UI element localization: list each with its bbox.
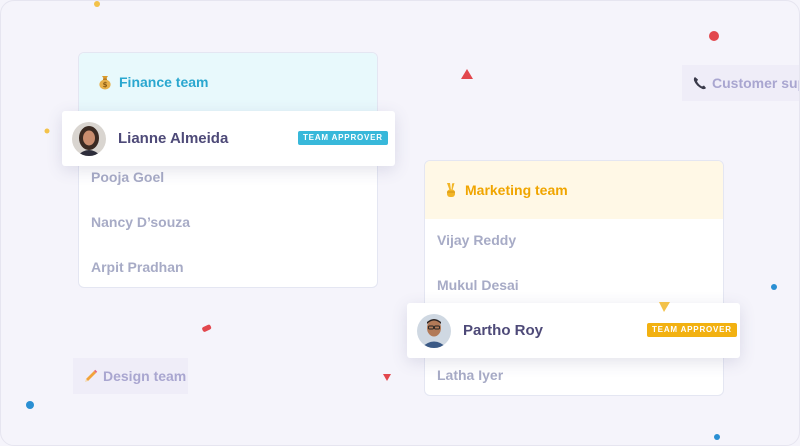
finance-team-card: $ Finance team Pooja Goel Nancy D’souza … (78, 52, 378, 288)
marketing-team-title: Marketing team (465, 182, 568, 198)
list-item: Vijay Reddy (437, 232, 517, 248)
list-item: Arpit Pradhan (91, 259, 184, 275)
avatar (417, 313, 451, 348)
approver-name: Lianne Almeida (118, 130, 229, 147)
design-team-label: Design team (103, 368, 187, 384)
finance-approver-row: Lianne Almeida TEAM APPROVER (62, 111, 395, 166)
customer-support-label: Customer supp (712, 75, 799, 91)
customer-support-tag: Customer supp (682, 65, 799, 101)
marketing-team-header: Marketing team (425, 161, 723, 219)
pencil-icon (83, 368, 99, 384)
list-item: Mukul Desai (437, 277, 519, 293)
status-badge: TEAM APPROVER (298, 131, 388, 145)
telephone-icon (692, 75, 708, 91)
status-badge: TEAM APPROVER (647, 323, 737, 337)
marketing-team-card: Marketing team Vijay Reddy Mukul Desai L… (424, 160, 724, 396)
approver-name: Partho Roy (463, 322, 544, 339)
illustration-frame: $ Finance team Pooja Goel Nancy D’souza … (0, 0, 800, 446)
list-item: Nancy D’souza (91, 214, 191, 230)
money-bag-icon: $ (97, 74, 113, 90)
list-item: Pooja Goel (91, 169, 165, 185)
avatar (72, 121, 106, 156)
svg-text:$: $ (103, 81, 108, 89)
design-team-tag: Design team (73, 358, 188, 394)
victory-hand-icon (443, 182, 459, 198)
marketing-approver-row: Partho Roy TEAM APPROVER (407, 303, 740, 358)
finance-team-title: Finance team (119, 74, 209, 90)
list-item: Latha Iyer (437, 367, 504, 383)
finance-team-header: $ Finance team (79, 53, 377, 111)
